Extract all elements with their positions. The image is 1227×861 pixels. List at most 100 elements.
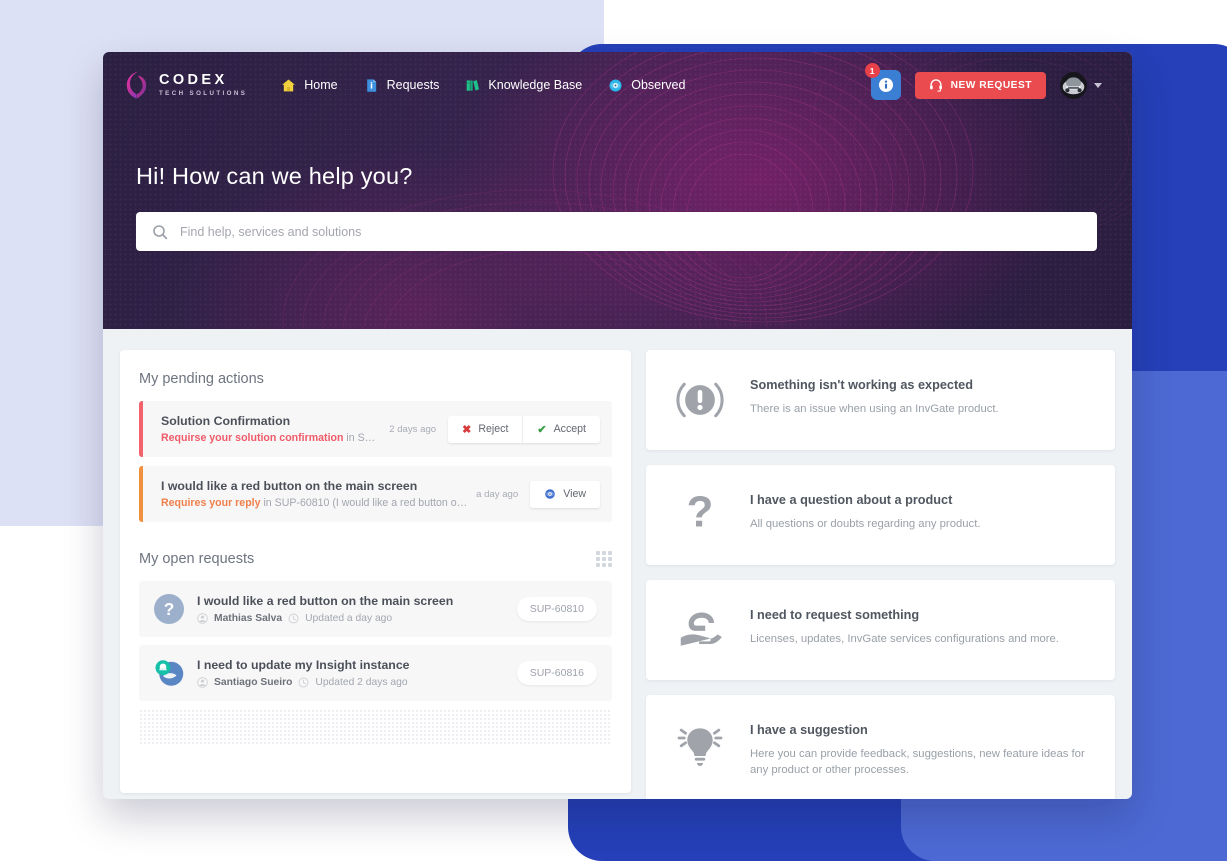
lightbulb-icon [677, 728, 723, 766]
reject-button[interactable]: ✖ Reject [448, 415, 523, 443]
service-card-description: Here you can provide feedback, suggestio… [750, 748, 1085, 777]
svg-text:?: ? [164, 599, 175, 619]
alert-icon [676, 382, 724, 418]
nav-item-home-label: Home [304, 78, 338, 92]
new-request-button[interactable]: NEW REQUEST [914, 71, 1046, 99]
page-title: Hi! How can we help you? [136, 163, 413, 189]
pending-action-context: in SUP-60810 (I would like a red button … [260, 497, 469, 509]
check-icon: ✔ [537, 423, 547, 436]
service-card-description: Licenses, updates, InvGate services conf… [750, 633, 1059, 645]
grid-view-icon[interactable] [596, 551, 612, 567]
service-card-description: All questions or doubts regarding any pr… [750, 518, 981, 530]
list-placeholder [139, 709, 612, 745]
hand-service-icon [680, 612, 722, 646]
left-column: My pending actions Solution Confirmation… [120, 350, 631, 799]
service-catalog-column: Something isn't working as expected Ther… [646, 350, 1115, 799]
open-request-updated: Updated a day ago [305, 613, 393, 624]
open-request-title: I need to update my Insight instance [197, 658, 410, 672]
open-requests-header: My open requests [139, 551, 612, 567]
info-icon [878, 78, 893, 92]
service-card-question[interactable]: ? I have a question about a product All … [646, 465, 1115, 565]
question-mark-icon: ? [687, 487, 714, 536]
books-icon [467, 79, 480, 91]
service-card-title: I have a question about a product [750, 493, 953, 507]
pending-action-time: a day ago [476, 488, 519, 500]
open-request-updated: Updated 2 days ago [315, 677, 408, 688]
pending-action-buttons: View [530, 480, 600, 508]
new-request-label: NEW REQUEST [950, 79, 1032, 91]
service-card-suggestion[interactable]: I have a suggestion Here you can provide… [646, 695, 1115, 799]
service-card-title: I have a suggestion [750, 723, 868, 737]
top-navbar: CODEX TECH SOLUTIONS Home Requests Knowl… [103, 52, 1132, 118]
question-avatar: ? [154, 594, 184, 624]
pending-action-status: Requirse your solution confirmation [161, 432, 344, 444]
service-card-title: I need to request something [750, 608, 920, 622]
user-menu[interactable] [1060, 71, 1102, 99]
nav-item-home[interactable]: Home [281, 78, 338, 93]
hero-content: Hi! How can we help you? [103, 118, 1132, 251]
person-icon [197, 613, 208, 624]
service-card-incident[interactable]: Something isn't working as expected Ther… [646, 350, 1115, 450]
clock-icon [298, 677, 309, 688]
main-nav: Home Requests Knowledge Base Observed [281, 78, 685, 93]
person-icon [197, 677, 208, 688]
nav-item-knowledge-base[interactable]: Knowledge Base [465, 78, 582, 93]
brand-name: CODEX [159, 71, 228, 88]
document-icon [366, 78, 376, 92]
nav-item-requests[interactable]: Requests [364, 78, 439, 93]
service-card-request[interactable]: I need to request something Licenses, up… [646, 580, 1115, 680]
pending-action-time: 2 days ago [389, 423, 437, 435]
home-icon [282, 79, 296, 91]
clock-icon [288, 613, 299, 624]
accept-label: Accept [553, 423, 586, 435]
notifications: 1 [864, 63, 901, 100]
chevron-down-icon [1094, 82, 1102, 88]
avatar [1060, 71, 1087, 99]
pending-action-subtitle: Requires your reply in SUP-60810 (I woul… [161, 497, 468, 509]
search-input[interactable] [180, 224, 1081, 239]
search-icon [153, 224, 168, 239]
pending-action-row[interactable]: I would like a red button on the main sc… [139, 466, 612, 522]
nav-item-knowledge-base-label: Knowledge Base [488, 78, 583, 92]
open-requests-heading: My open requests [139, 551, 255, 567]
open-request-ticket-id: SUP-60810 [516, 597, 597, 621]
service-card-title: Something isn't working as expected [750, 378, 973, 392]
codex-logo-icon [126, 71, 147, 99]
pending-action-context: in SUP-608... [346, 432, 381, 444]
open-request-row[interactable]: I need to update my Insight instance San… [139, 645, 612, 701]
view-button[interactable]: View [530, 480, 600, 508]
x-icon: ✖ [462, 423, 472, 436]
accept-button[interactable]: ✔ Accept [522, 415, 600, 443]
reject-label: Reject [478, 423, 509, 435]
search-bar[interactable] [136, 212, 1097, 251]
activity-panel: My pending actions Solution Confirmation… [120, 350, 631, 793]
open-request-title: I would like a red button on the main sc… [197, 594, 454, 608]
notification-count-badge: 1 [864, 63, 880, 78]
pending-action-buttons: ✖ Reject ✔ Accept [448, 415, 600, 443]
service-card-description: There is an issue when using an InvGate … [750, 403, 999, 415]
pending-action-status: Requires your reply [161, 497, 261, 509]
open-request-meta: Santiago Sueiro Updated 2 days ago [197, 677, 504, 688]
brand-logo[interactable]: CODEX TECH SOLUTIONS [125, 70, 247, 100]
page-root: CODEX TECH SOLUTIONS Home Requests Knowl… [0, 0, 1227, 861]
pending-actions-heading: My pending actions [139, 371, 264, 387]
nav-item-observed[interactable]: Observed [608, 78, 685, 93]
app-window: CODEX TECH SOLUTIONS Home Requests Knowl… [103, 52, 1132, 799]
pending-action-row[interactable]: Solution Confirmation Requirse your solu… [139, 401, 612, 457]
nav-item-observed-label: Observed [631, 78, 686, 92]
hero-banner: CODEX TECH SOLUTIONS Home Requests Knowl… [103, 52, 1132, 329]
eye-icon [609, 79, 622, 91]
open-request-requester: Mathias Salva [214, 613, 283, 624]
pending-action-title: Solution Confirmation [161, 414, 291, 428]
main-content: My pending actions Solution Confirmation… [103, 329, 1132, 799]
svg-text:?: ? [687, 487, 714, 536]
open-request-requester: Santiago Sueiro [214, 677, 293, 688]
open-request-meta: Mathias Salva Updated a day ago [197, 613, 504, 624]
open-request-ticket-id: SUP-60816 [516, 661, 597, 685]
insight-avatar [155, 660, 184, 686]
pending-action-subtitle: Requirse your solution confirmation in S… [161, 432, 381, 444]
eye-icon [545, 489, 556, 499]
open-request-row[interactable]: ? I would like a red button on the main … [139, 581, 612, 637]
view-label: View [563, 488, 586, 500]
headset-icon [929, 79, 942, 92]
